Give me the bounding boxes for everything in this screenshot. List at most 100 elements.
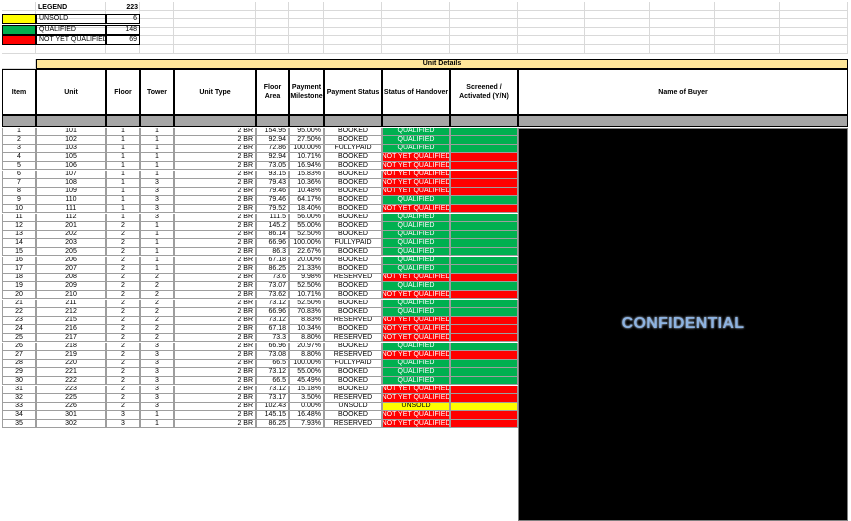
item-cell[interactable]: 27 [2,351,36,360]
floor-area-cell[interactable]: 73.07 [256,282,289,291]
payment-milestone-cell[interactable]: 100.00% [289,239,324,248]
payment-status-cell[interactable]: BOOKED [324,222,382,231]
tower-cell[interactable]: 3 [140,342,174,352]
screened-activated-cell[interactable] [450,273,518,283]
screened-activated-cell[interactable] [450,179,518,188]
floor-cell[interactable]: 1 [106,179,140,188]
payment-status-cell[interactable]: RESERVED [324,273,382,283]
floor-area-cell[interactable]: 79.52 [256,204,289,214]
payment-status-cell[interactable]: BOOKED [324,196,382,205]
payment-milestone-cell[interactable]: 8.80% [289,351,324,360]
grid-cell[interactable] [256,19,289,28]
unit-type-cell[interactable]: 2 BR [174,394,256,403]
column-header-floor[interactable]: Floor [106,69,140,115]
unit-type-cell[interactable]: 2 BR [174,127,256,137]
item-cell[interactable]: 30 [2,376,36,386]
grid-cell[interactable] [650,19,715,28]
grid-cell[interactable] [650,10,715,20]
floor-cell[interactable]: 1 [106,153,140,162]
grid-cell[interactable] [324,2,382,11]
unit-cell[interactable]: 302 [36,419,106,429]
grid-cell[interactable] [650,36,715,45]
unit-cell[interactable]: 108 [36,179,106,188]
unit-type-cell[interactable]: 2 BR [174,256,256,266]
payment-status-cell[interactable]: BOOKED [324,411,382,420]
unit-cell[interactable]: 203 [36,239,106,248]
unit-type-cell[interactable]: 2 BR [174,282,256,291]
item-cell[interactable]: 15 [2,247,36,257]
floor-area-cell[interactable]: 73.12 [256,316,289,326]
item-cell[interactable]: 4 [2,153,36,162]
tower-cell[interactable]: 1 [140,247,174,257]
item-cell[interactable]: 13 [2,230,36,240]
status-of-handover-cell[interactable]: QUALIFIED [382,247,450,257]
tower-cell[interactable]: 1 [140,411,174,420]
payment-status-cell[interactable]: BOOKED [324,230,382,240]
screened-activated-cell[interactable] [450,316,518,326]
grid-cell[interactable] [140,19,174,28]
grid-cell[interactable] [2,45,36,54]
unit-cell[interactable]: 222 [36,376,106,386]
floor-area-cell[interactable]: 73.08 [256,351,289,360]
floor-area-cell[interactable]: 72.86 [256,144,289,154]
grid-cell[interactable] [140,10,174,20]
payment-milestone-cell[interactable]: 3.50% [289,394,324,403]
column-header-screened-activated[interactable]: Screened / Activated (Y/N) [450,69,518,115]
payment-milestone-cell[interactable]: 10.71% [289,290,324,300]
filter-cell[interactable] [382,115,450,127]
payment-milestone-cell[interactable]: 15.83% [289,170,324,180]
payment-status-cell[interactable]: BOOKED [324,256,382,266]
floor-area-cell[interactable]: 92.94 [256,136,289,145]
screened-activated-cell[interactable] [450,204,518,214]
unit-type-cell[interactable]: 2 BR [174,247,256,257]
status-of-handover-cell[interactable]: QUALIFIED [382,359,450,369]
grid-cell[interactable] [780,27,848,37]
screened-activated-cell[interactable] [450,290,518,300]
status-of-handover-cell[interactable]: QUALIFIED [382,376,450,386]
filter-cell[interactable] [106,115,140,127]
item-cell[interactable]: 26 [2,342,36,352]
grid-cell[interactable] [450,45,518,54]
tower-cell[interactable]: 2 [140,325,174,334]
grid-cell[interactable] [715,36,780,45]
status-of-handover-cell[interactable]: QUALIFIED [382,282,450,291]
grid-cell[interactable] [289,2,324,11]
status-of-handover-cell[interactable]: NOT YET QUALIFIED [382,187,450,197]
item-cell[interactable]: 28 [2,359,36,369]
payment-status-cell[interactable]: BOOKED [324,204,382,214]
floor-cell[interactable]: 1 [106,144,140,154]
floor-area-cell[interactable]: 73.12 [256,385,289,395]
payment-milestone-cell[interactable]: 55.00% [289,222,324,231]
unit-cell[interactable]: 103 [36,144,106,154]
payment-milestone-cell[interactable]: 95.00% [289,127,324,137]
unit-cell[interactable]: 107 [36,170,106,180]
payment-milestone-cell[interactable]: 16.94% [289,161,324,171]
payment-milestone-cell[interactable]: 7.93% [289,419,324,429]
grid-cell[interactable] [324,10,382,20]
grid-cell[interactable] [289,36,324,45]
tower-cell[interactable]: 1 [140,170,174,180]
payment-milestone-cell[interactable]: 64.17% [289,196,324,205]
column-header-tower[interactable]: Tower [140,69,174,115]
grid-cell[interactable] [174,36,256,45]
payment-milestone-cell[interactable]: 70.83% [289,308,324,317]
grid-cell[interactable] [2,2,36,11]
grid-cell[interactable] [715,27,780,37]
floor-area-cell[interactable]: 66.96 [256,342,289,352]
tower-cell[interactable]: 1 [140,230,174,240]
screened-activated-cell[interactable] [450,247,518,257]
status-of-handover-cell[interactable]: QUALIFIED [382,308,450,317]
payment-status-cell[interactable]: BOOKED [324,376,382,386]
item-cell[interactable]: 9 [2,196,36,205]
unit-type-cell[interactable]: 2 BR [174,376,256,386]
grid-cell[interactable] [382,2,450,11]
column-header-floor-area[interactable]: Floor Area [256,69,289,115]
payment-milestone-cell[interactable]: 0.00% [289,402,324,412]
payment-status-cell[interactable]: BOOKED [324,161,382,171]
tower-cell[interactable]: 2 [140,299,174,309]
floor-area-cell[interactable]: 145.2 [256,222,289,231]
floor-cell[interactable]: 2 [106,333,140,343]
item-cell[interactable]: 14 [2,239,36,248]
payment-status-cell[interactable]: BOOKED [324,368,382,377]
grid-cell[interactable] [36,45,106,54]
